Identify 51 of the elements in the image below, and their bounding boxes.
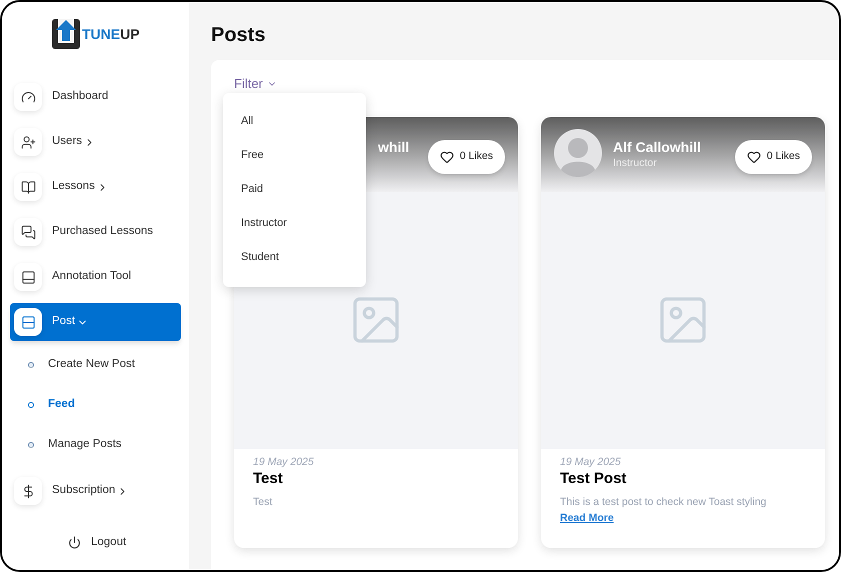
user-add-icon — [20, 134, 36, 150]
post-excerpt: This is a test post to check new Toast styling Read More — [560, 495, 768, 526]
read-more-link[interactable]: Read More — [560, 512, 614, 524]
logout-button[interactable]: Logout — [68, 534, 181, 552]
sidebar-item-label: Subscription — [52, 483, 116, 498]
heart-icon — [746, 150, 761, 164]
filter-button[interactable]: Filter — [234, 74, 277, 94]
sidebar-item[interactable]: Dashboard — [10, 78, 181, 116]
filter-option[interactable]: All — [241, 111, 348, 131]
filter-option[interactable]: Paid — [241, 179, 348, 199]
likes-button[interactable]: 0 Likes — [734, 140, 812, 174]
sidebar-item[interactable]: Annotation Tool — [10, 258, 181, 296]
submenu-item[interactable]: Manage Posts — [48, 436, 122, 454]
sidebar-item-label: Purchased Lessons — [52, 224, 154, 240]
post-title: Test — [253, 470, 284, 488]
author-name: Alf Callowhill — [613, 138, 701, 154]
panel-icon — [20, 270, 36, 284]
gauge-icon — [20, 90, 36, 104]
likes-button[interactable]: 0 Likes — [428, 140, 505, 174]
sidebar-item[interactable]: Post — [10, 303, 181, 341]
sidebar-item-label: Post — [52, 314, 76, 330]
author-role: Instructor — [613, 156, 658, 170]
sidebar-item-label: Dashboard — [52, 89, 108, 104]
filter-option[interactable]: Student — [241, 247, 348, 267]
bullet-icon — [28, 362, 34, 368]
logo-text: TUNEUP — [82, 24, 140, 44]
post-excerpt: Test — [253, 495, 274, 510]
bullet-icon — [28, 402, 34, 408]
sidebar-item-label: Annotation Tool — [52, 269, 132, 284]
post-title: Test Post — [560, 470, 628, 488]
chat-icon — [20, 224, 36, 240]
server-icon — [20, 314, 36, 330]
filter-option[interactable]: Free — [241, 145, 348, 165]
filter-option[interactable]: Instructor — [241, 213, 348, 233]
book-icon — [20, 180, 36, 194]
sidebar-item-label: Lessons — [52, 179, 95, 194]
bullet-icon — [28, 442, 34, 448]
sidebar-item[interactable]: Subscription — [10, 472, 181, 510]
arrow-logo-icon — [52, 19, 80, 49]
page-title: Posts — [211, 23, 266, 46]
sidebar-item-label: Users — [52, 134, 82, 150]
submenu-item[interactable]: Feed — [48, 396, 75, 414]
author-name: whill — [378, 138, 410, 154]
submenu-item[interactable]: Create New Post — [48, 356, 135, 374]
sidebar-item[interactable]: Users — [10, 123, 181, 161]
post-date: 19 May 2025 — [253, 454, 315, 470]
sidebar-item[interactable]: Purchased Lessons — [10, 213, 181, 251]
sidebar-item[interactable]: Lessons — [10, 168, 181, 206]
post-date: 19 May 2025 — [560, 454, 622, 470]
power-icon — [68, 536, 81, 550]
heart-icon — [440, 150, 454, 164]
